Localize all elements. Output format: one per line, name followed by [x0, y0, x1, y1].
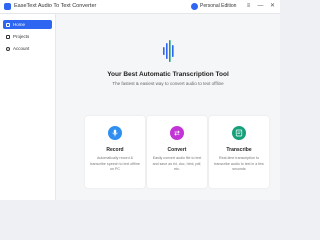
card-title: Convert [167, 147, 187, 153]
sidebar-item-label: Account [13, 46, 30, 51]
account-icon[interactable] [191, 3, 198, 10]
sidebar-item-account[interactable]: Account [3, 44, 52, 53]
minimize-icon[interactable]: — [257, 3, 264, 10]
card-title: Record [106, 147, 124, 153]
app-title: EaseText Audio To Text Converter [14, 3, 97, 9]
record-card[interactable]: Record Automatically record & transcribe… [85, 116, 145, 188]
title-bar: EaseText Audio To Text Converter Persona… [0, 0, 280, 14]
sidebar-item-label: Home [13, 22, 26, 27]
transcribe-card[interactable]: Transcribe Real-time transcription to tr… [209, 116, 269, 188]
sidebar: Home Projects Account [0, 14, 56, 200]
card-description: Automatically record & transcribe speech… [90, 156, 140, 171]
app-window: EaseText Audio To Text Converter Persona… [0, 0, 280, 200]
folder-icon [6, 34, 10, 39]
hero-title: Your Best Automatic Transcription Tool [107, 71, 229, 78]
convert-card[interactable]: Convert Easily convert audio file to tex… [147, 116, 207, 188]
sidebar-item-label: Projects [13, 34, 30, 39]
sidebar-item-home[interactable]: Home [3, 20, 52, 29]
soundwave-logo-icon [163, 40, 174, 62]
home-icon [6, 22, 10, 27]
card-description: Real-time transcription to transcribe au… [214, 156, 264, 171]
hero-subtitle: The fastest & easiest way to convert aud… [112, 81, 224, 86]
sidebar-item-projects[interactable]: Projects [3, 32, 52, 41]
menu-icon[interactable]: ≡ [245, 3, 252, 10]
card-title: Transcribe [226, 147, 252, 153]
window-controls: ≡ — ✕ [245, 3, 276, 10]
app-logo-icon [4, 3, 11, 10]
main-content: Your Best Automatic Transcription Tool T… [56, 14, 280, 200]
edition-label[interactable]: Personal Edition [200, 2, 236, 11]
convert-icon [170, 126, 184, 140]
card-description: Easily convert audio file to text and sa… [152, 156, 202, 171]
transcribe-icon [232, 126, 246, 140]
microphone-icon [108, 126, 122, 140]
user-icon [6, 46, 10, 51]
close-icon[interactable]: ✕ [269, 3, 276, 10]
